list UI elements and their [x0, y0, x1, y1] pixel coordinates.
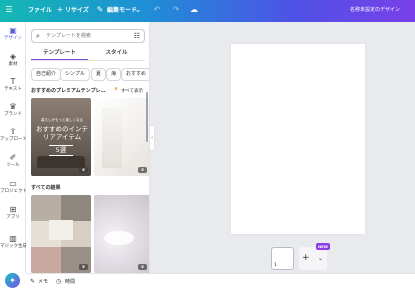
document-title[interactable]: 名称未設定のデザイン: [350, 6, 400, 15]
new-badge: NEW: [316, 243, 330, 250]
photo-collage-card: [49, 220, 73, 240]
resize-icon[interactable]: +: [55, 5, 65, 15]
magic-assistant-icon[interactable]: ✦: [5, 273, 20, 288]
menu-icon[interactable]: ☰: [4, 5, 14, 15]
crown-badge-icon: ♛: [138, 167, 147, 173]
chip-sea[interactable]: 海: [106, 68, 122, 81]
sidebar-item-upload[interactable]: ⇪ アップロード: [0, 127, 27, 149]
top-bar: ☰ ファイル + リサイズ ✎ 編集モード ⌄ ↶ ↷ ☁ 名称未設定のデザイン: [0, 0, 415, 22]
see-all-link[interactable]: すべて表示: [121, 88, 143, 94]
sidebar-item-magic[interactable]: ▥ マジック生成: [0, 234, 27, 256]
crown-icon: ♛: [114, 87, 119, 92]
upload-icon: ⇪: [9, 127, 17, 136]
plus-icon: +: [302, 253, 310, 263]
tab-styles[interactable]: スタイル: [88, 48, 145, 60]
premium-section-title: おすすめのプレミアムテンプレ…: [31, 88, 106, 94]
page-number: 1: [274, 263, 277, 268]
timer-button[interactable]: 時間: [65, 278, 75, 286]
brand-icon: ♛: [9, 102, 17, 111]
template-search[interactable]: ⌕ ☷: [31, 29, 145, 43]
sidebar-item-elements[interactable]: ◈ 素材: [0, 52, 26, 74]
all-results-title: すべての結果: [31, 185, 61, 191]
tab-templates[interactable]: テンプレート: [31, 48, 88, 60]
design-canvas-page[interactable]: [231, 44, 365, 234]
file-menu[interactable]: ファイル: [28, 6, 52, 15]
sidebar-item-design[interactable]: ▣ デザイン: [0, 26, 26, 48]
apps-icon: ⊞: [9, 205, 17, 214]
sidebar-item-projects[interactable]: ▭ プロジェクト: [0, 179, 27, 201]
sidebar-footer: ✦: [0, 273, 26, 289]
template-thumbnail[interactable]: ♛: [94, 195, 149, 273]
left-sidebar: ▣ デザイン ◈ 素材 T テキスト ♛ ブランド ⇪ アップロード ✐ ツール…: [0, 22, 27, 273]
collapse-panel-handle[interactable]: ‹: [150, 125, 155, 151]
notes-icon[interactable]: ✎: [30, 277, 35, 286]
sidebar-item-apps[interactable]: ⊞ アプリ: [0, 205, 26, 227]
resize-button[interactable]: リサイズ: [65, 6, 89, 15]
keyword-chips: 自己紹介 シンプル 夏 海 おすすめ: [31, 68, 149, 81]
sidebar-item-brand[interactable]: ♛ ブランド: [0, 102, 26, 124]
elements-icon: ◈: [9, 52, 17, 61]
cloud-save-icon[interactable]: ☁: [189, 5, 199, 15]
template-thumbnail[interactable]: ♛: [31, 195, 91, 273]
templates-panel: ⌕ ☷ テンプレート スタイル 自己紹介 シンプル 夏 海 おすすめ おすすめの…: [26, 22, 150, 273]
notes-button[interactable]: メモ: [38, 278, 48, 286]
redo-icon[interactable]: ↷: [171, 5, 181, 15]
search-icon: ⌕: [36, 32, 40, 40]
chip-summer[interactable]: 夏: [91, 68, 107, 81]
add-page-button[interactable]: + ⌄: [299, 247, 327, 270]
sidebar-item-text[interactable]: T テキスト: [0, 77, 26, 99]
template-thumbnail[interactable]: ♛: [94, 98, 149, 176]
panel-tabs: テンプレート スタイル: [31, 48, 145, 60]
chip-recommended[interactable]: おすすめ: [121, 68, 149, 81]
crown-badge-icon: ♛: [79, 167, 88, 173]
tab-divider: [31, 60, 145, 61]
crown-badge-icon: ♛: [79, 264, 88, 270]
project-icon: ▭: [9, 179, 17, 188]
text-icon: T: [10, 77, 16, 86]
sofa-image: [37, 156, 85, 168]
tools-icon: ✐: [9, 153, 17, 162]
search-input[interactable]: [46, 31, 132, 41]
filter-icon[interactable]: ☷: [134, 32, 140, 41]
panel-scrollbar[interactable]: [146, 92, 148, 142]
page-thumbnail[interactable]: 1: [271, 247, 294, 270]
chevron-down-icon[interactable]: ⌄: [318, 254, 323, 263]
chevron-down-icon[interactable]: ⌄: [133, 5, 143, 15]
bottom-bar: ✎ メモ ◷ 時間: [26, 273, 415, 289]
undo-icon[interactable]: ↶: [152, 5, 162, 15]
sidebar-item-tools[interactable]: ✐ ツール: [0, 153, 26, 175]
pencil-icon[interactable]: ✎: [95, 5, 105, 15]
design-icon: ▣: [9, 26, 17, 35]
curtain-image: [102, 108, 122, 168]
magic-icon: ▥: [9, 234, 17, 243]
crown-badge-icon: ♛: [138, 264, 147, 270]
chip-simple[interactable]: シンプル: [60, 68, 90, 81]
chip-self-intro[interactable]: 自己紹介: [31, 68, 62, 81]
bokeh-image: [104, 231, 134, 245]
editor-window: ☰ ファイル + リサイズ ✎ 編集モード ⌄ ↶ ↷ ☁ 名称未設定のデザイン…: [0, 0, 415, 289]
timer-icon[interactable]: ◷: [56, 277, 61, 286]
template-thumbnail[interactable]: 暮らしがもっと楽しくなる おすすめのインテリアアイテム 5選 ♛: [31, 98, 91, 176]
